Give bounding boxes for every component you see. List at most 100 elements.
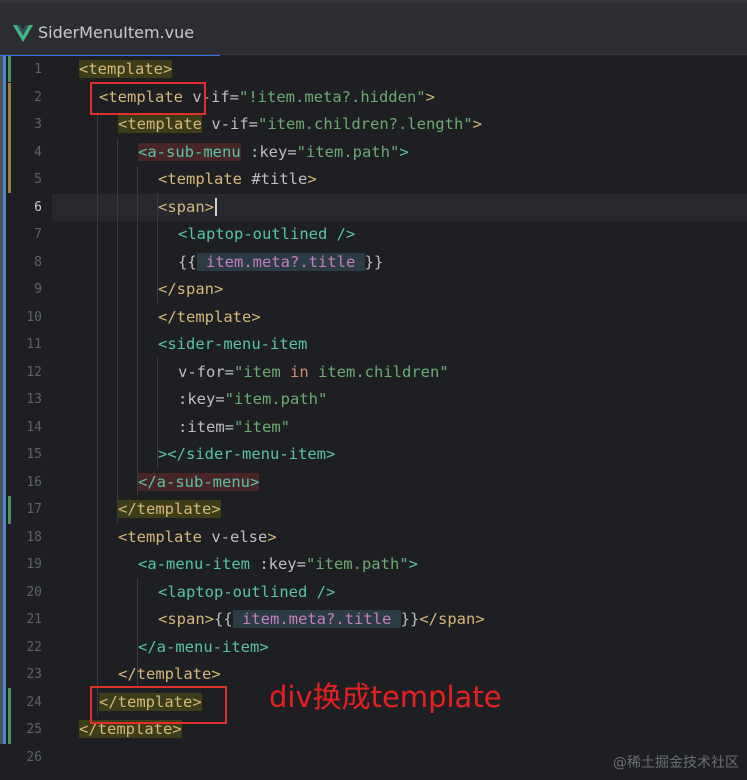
text-caret <box>215 198 217 216</box>
code-line-1: <template> <box>79 56 173 84</box>
code-line-12: v-for="item in item.children" <box>79 359 449 387</box>
code-line-18: <template v-else> <box>79 524 277 552</box>
code-line-15: ></sider-menu-item> <box>79 441 335 469</box>
string-token: "item" <box>234 417 290 436</box>
string-token: "item <box>234 362 290 381</box>
tag-token: </template> <box>158 307 261 326</box>
line-number: 21 <box>26 612 42 627</box>
line-number: 11 <box>26 337 42 352</box>
attr-token: :key= <box>249 555 306 573</box>
line-number: 12 <box>26 364 42 380</box>
line-number: 23 <box>26 667 42 682</box>
tag-token: <template <box>118 115 202 133</box>
code-line-22: </a-menu-item> <box>79 634 269 662</box>
line-number: 3 <box>34 117 42 132</box>
tag-token: > <box>425 87 435 106</box>
line-number: 5 <box>34 172 42 187</box>
mustache-open: {{ <box>178 252 197 271</box>
component-tag-token: ></ <box>158 445 186 463</box>
code-line-9: </span> <box>79 276 223 304</box>
attr-token: :item= <box>178 417 234 436</box>
component-tag-token: /> <box>327 225 356 243</box>
tab-filename: SiderMenuItem.vue <box>38 23 195 42</box>
change-marker <box>8 83 11 193</box>
structure-bar <box>3 56 6 744</box>
line-number: 19 <box>26 557 42 572</box>
line-number: 2 <box>34 89 42 105</box>
code-line-8: {{ item.meta?.title }} <box>79 249 383 277</box>
component-tag-token: > <box>325 445 336 463</box>
component-tag-token: </a-menu-item> <box>138 637 269 656</box>
code-line-17: </template> <box>79 496 221 524</box>
tag-token: </span> <box>419 610 485 628</box>
watermark: @稀土掘金技术社区 <box>613 755 739 771</box>
code-line-13: :key="item.path" <box>79 386 327 414</box>
line-number: 13 <box>26 392 42 407</box>
string-token: "item.children?.length" <box>258 115 473 133</box>
tag-token: </template> <box>118 500 221 518</box>
string-token: "item.path" <box>305 555 409 573</box>
highlight-box-closing-template <box>90 686 227 724</box>
code-line-11: <sider-menu-item <box>79 331 307 359</box>
tag-token: <span> <box>158 197 214 216</box>
attr-token: :key= <box>178 390 225 408</box>
code-line-7: <laptop-outlined /> <box>79 221 355 249</box>
highlight-box-opening-template <box>90 82 206 115</box>
line-number: 15 <box>26 447 42 462</box>
tag-token: > <box>307 170 317 188</box>
mustache-open: {{ <box>214 610 233 628</box>
code-editor[interactable]: 1 2 3 4 5 6 7 8 9 10 11 12 13 14 15 16 1… <box>0 56 747 780</box>
code-line-19: <a-menu-item :key="item.path"> <box>79 551 418 579</box>
expression-token: item.meta?.title <box>196 252 365 271</box>
line-number: 7 <box>34 227 42 242</box>
line-number: 14 <box>26 419 42 435</box>
tag-token: </template> <box>118 665 221 683</box>
code-line-6: <span> <box>79 194 217 222</box>
editor-left-edge <box>0 56 6 780</box>
tag-token: > <box>267 527 277 546</box>
code-line-10: </template> <box>79 304 261 332</box>
code-line-14: :item="item" <box>79 414 290 442</box>
line-number: 22 <box>26 639 42 655</box>
line-number: 26 <box>26 749 42 765</box>
line-number: 8 <box>34 254 42 270</box>
string-token: item.children" <box>308 362 449 381</box>
component-tag-token: <a-sub-menu <box>138 142 241 161</box>
code-line-4: <a-sub-menu :key="item.path"> <box>79 139 409 167</box>
editor-tab-bar: SiderMenuItem.vue <box>0 0 747 58</box>
vue-icon <box>13 25 33 42</box>
change-marker <box>8 496 11 524</box>
line-number: 18 <box>26 529 42 545</box>
line-number: 25 <box>26 722 42 737</box>
component-tag-token: > <box>408 555 418 573</box>
component-tag-token: <sider-menu-item <box>158 335 308 353</box>
mustache-close: }} <box>364 252 384 271</box>
tag-token: <template <box>118 527 202 546</box>
line-number: 9 <box>34 282 42 297</box>
annotation-text: div换成template <box>269 680 502 714</box>
line-number: 24 <box>26 694 42 710</box>
component-tag-token: sider-menu-item <box>186 445 326 463</box>
change-marker <box>8 688 11 744</box>
attr-token: v-for= <box>178 362 234 381</box>
code-line-21: <span>{{ item.meta?.title }}</span> <box>79 606 485 634</box>
attr-token: :key= <box>240 142 297 161</box>
component-tag-token: <a-menu-item <box>138 555 250 573</box>
tag-token: </span> <box>158 280 224 298</box>
file-tab[interactable]: SiderMenuItem.vue <box>0 6 220 58</box>
line-number: 1 <box>34 62 42 77</box>
tag-token: <span> <box>158 610 214 628</box>
component-tag-token: /> <box>307 582 336 601</box>
component-tag-token: <laptop-outlined <box>178 225 328 243</box>
line-number: 20 <box>26 584 42 600</box>
component-tag-token: </a-sub-menu> <box>138 472 260 491</box>
keyword-token: in <box>290 362 309 381</box>
tag-token: <template <box>158 170 242 188</box>
line-number: 4 <box>34 144 42 160</box>
change-marker <box>8 56 11 82</box>
code-line-16: </a-sub-menu> <box>79 469 260 497</box>
component-tag-token: > <box>399 142 409 161</box>
attr-token: v-else <box>202 527 268 546</box>
line-number: 6 <box>34 199 42 215</box>
string-token: "item.path" <box>224 390 328 408</box>
